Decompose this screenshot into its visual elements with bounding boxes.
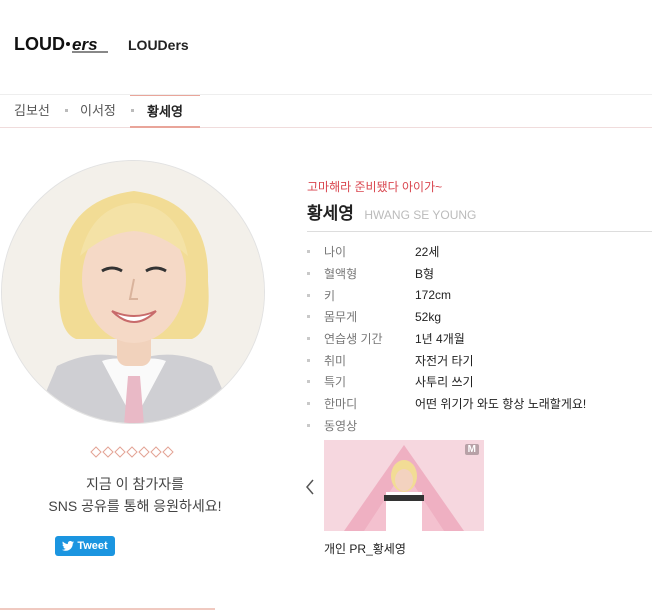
bullet-icon — [307, 380, 310, 384]
mnet-badge: M — [464, 444, 479, 455]
detail-label: 동영상 — [324, 418, 358, 433]
video-caption[interactable]: 개인 PR_황세영 — [324, 540, 406, 557]
video-preview-image — [324, 440, 484, 531]
detail-row-blood-type: 혈액형 B형 — [307, 263, 652, 285]
diamond-divider-icon — [90, 445, 176, 463]
detail-label: 한마디 — [324, 397, 358, 412]
detail-row-specialty: 특기 사투리 쓰기 — [307, 371, 652, 393]
tab-member-2[interactable]: 이서정 — [80, 95, 116, 128]
detail-row-weight: 몸무게 52kg — [307, 306, 652, 328]
profile-portrait-image — [2, 161, 264, 423]
chevron-left-icon — [306, 479, 314, 495]
tab-separator — [65, 109, 68, 112]
twitter-bird-icon — [62, 541, 75, 551]
detail-label: 취미 — [324, 353, 347, 368]
profile-details: 나이 22세 혈액형 B형 키 172cm 몸무게 52kg 연습생 기간 1년… — [307, 241, 652, 436]
video-thumbnail[interactable]: M — [324, 440, 484, 531]
member-name-korean: 황세영 — [307, 204, 354, 223]
svg-text:ers: ers — [72, 35, 98, 54]
detail-row-video: 동영상 — [307, 415, 652, 437]
member-slogan: 고마해라 준비됐다 아이가~ — [307, 180, 443, 194]
footer-divider — [0, 608, 215, 610]
detail-row-comment: 한마디 어떤 위기가 와도 항상 노래할게요! — [307, 393, 652, 415]
detail-row-trainee-period: 연습생 기간 1년 4개월 — [307, 328, 652, 350]
tab-member-3-active[interactable]: 황세영 — [130, 95, 200, 128]
detail-row-height: 키 172cm — [307, 284, 652, 306]
detail-label: 키 — [324, 288, 336, 303]
tweet-button-label: Tweet — [77, 540, 108, 552]
carousel-prev-button[interactable] — [305, 479, 315, 500]
member-name-row: 황세영 HWANG SE YOUNG — [307, 199, 476, 224]
detail-label: 혈액형 — [324, 267, 358, 282]
detail-label: 특기 — [324, 375, 347, 390]
detail-value: 172cm — [415, 288, 452, 303]
bullet-icon — [307, 293, 310, 297]
detail-value: 1년 4개월 — [415, 332, 465, 347]
share-prompt-line-1: 지금 이 참가자를 — [86, 476, 184, 492]
tweet-button[interactable]: Tweet — [55, 536, 115, 556]
profile-divider — [307, 231, 652, 232]
bullet-icon — [307, 402, 310, 406]
detail-label: 나이 — [324, 245, 347, 260]
tab-member-1[interactable]: 김보선 — [14, 95, 50, 128]
loud-logo-mark: LOUD ers — [14, 34, 108, 54]
detail-row-hobby: 취미 자전거 타기 — [307, 349, 652, 371]
bullet-icon — [307, 315, 310, 319]
bullet-icon — [307, 250, 310, 254]
loud-logo[interactable]: LOUD ers — [14, 34, 114, 54]
bullet-icon — [307, 423, 310, 427]
detail-value: 22세 — [415, 245, 440, 260]
detail-label: 몸무게 — [324, 310, 358, 325]
profile-photo — [1, 160, 265, 424]
detail-label: 연습생 기간 — [324, 332, 383, 347]
bullet-icon — [307, 337, 310, 341]
member-name-english: HWANG SE YOUNG — [364, 208, 477, 222]
detail-value: 사투리 쓰기 — [415, 375, 474, 390]
detail-value: 어떤 위기가 와도 항상 노래할게요! — [415, 397, 587, 412]
agency-name: LOUDers — [128, 37, 189, 53]
member-tabs: 김보선 이서정 황세영 — [0, 95, 652, 128]
bullet-icon — [307, 358, 310, 362]
detail-value: B형 — [415, 267, 435, 282]
detail-value: 52kg — [415, 309, 442, 324]
share-prompt-line-2: SNS 공유를 통해 응원하세요! — [48, 498, 222, 514]
svg-text:LOUD: LOUD — [14, 34, 65, 54]
share-prompt: 지금 이 참가자를 SNS 공유를 통해 응원하세요! — [20, 473, 250, 517]
site-header: LOUD ers LOUDers — [0, 0, 652, 95]
bullet-icon — [307, 272, 310, 276]
detail-row-age: 나이 22세 — [307, 241, 652, 263]
detail-value: 자전거 타기 — [415, 353, 474, 368]
